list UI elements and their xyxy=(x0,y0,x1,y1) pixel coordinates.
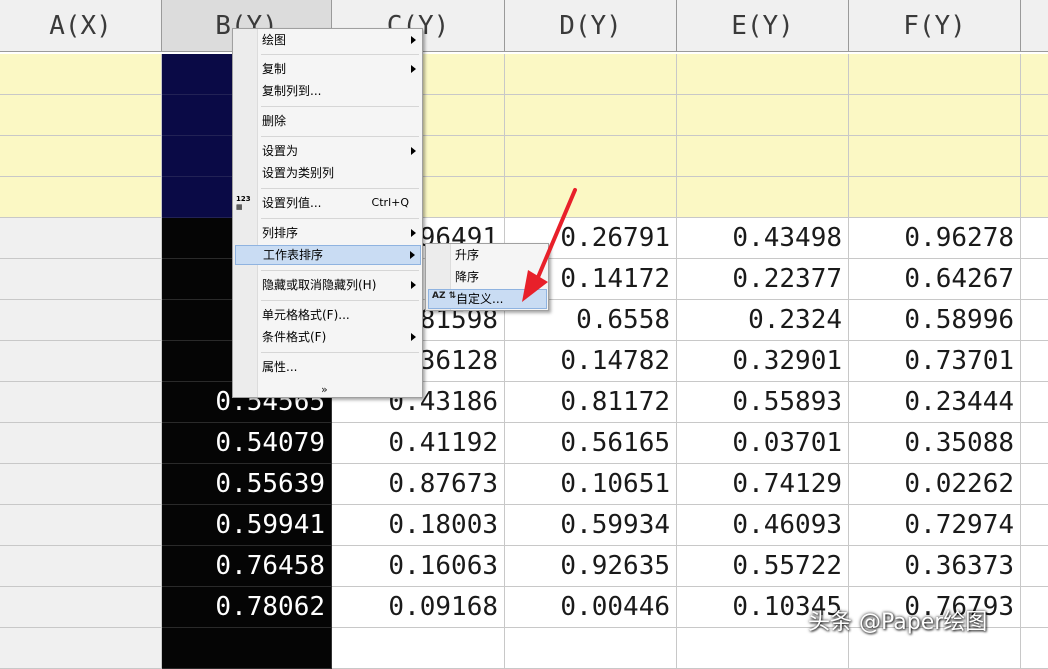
watermark: 头条 @Paper绘图 xyxy=(808,610,988,635)
arrow-shaft xyxy=(534,188,577,284)
arrow-head xyxy=(522,270,548,302)
annotation-arrow xyxy=(522,188,577,302)
